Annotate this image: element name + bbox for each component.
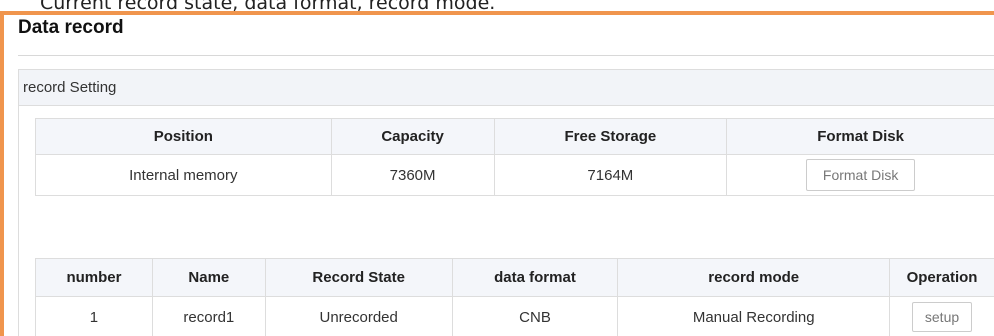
table-row: Internal memory 7360M 7164M Format Disk [35,154,994,196]
column-header-operation: Operation [889,258,994,297]
column-header-record-mode: record mode [617,258,891,297]
cell-number: 1 [35,296,153,336]
column-header-capacity: Capacity [330,118,495,155]
data-record-panel: Data record record Setting Position Capa… [8,15,994,336]
format-disk-button[interactable]: Format Disk [805,159,916,191]
cell-record-mode: Manual Recording [617,296,891,336]
column-header-free-storage: Free Storage [493,118,728,155]
cell-position: Internal memory [35,154,332,196]
cell-name: record1 [151,296,266,336]
record-setting-section: record Setting Position Capacity Free St… [18,69,994,336]
setup-button[interactable]: setup [911,302,973,332]
storage-table: Position Capacity Free Storage Format Di… [35,118,994,196]
column-header-number: number [35,258,153,297]
column-header-name: Name [151,258,266,297]
column-header-record-state: Record State [264,258,453,297]
column-header-position: Position [35,118,332,155]
record-table: number Name Record State data format rec… [35,258,994,336]
section-header: record Setting [19,70,994,106]
table-row: 1 record1 Unrecorded CNB Manual Recordin… [35,296,994,336]
cell-free-storage: 7164M [493,154,728,196]
record-header-row: number Name Record State data format rec… [35,258,994,297]
cell-format-action: Format Disk [726,154,994,196]
highlight-frame: Data record record Setting Position Capa… [0,11,994,336]
cell-capacity: 7360M [330,154,495,196]
column-header-format-disk: Format Disk [726,118,994,155]
storage-header-row: Position Capacity Free Storage Format Di… [35,118,994,155]
column-header-data-format: data format [451,258,619,297]
cell-operation: setup [889,296,994,336]
section-title: record Setting [23,79,117,96]
title-divider [18,55,994,56]
cell-data-format: CNB [451,296,619,336]
page-title: Data record [18,17,124,38]
cell-record-state: Unrecorded [264,296,453,336]
